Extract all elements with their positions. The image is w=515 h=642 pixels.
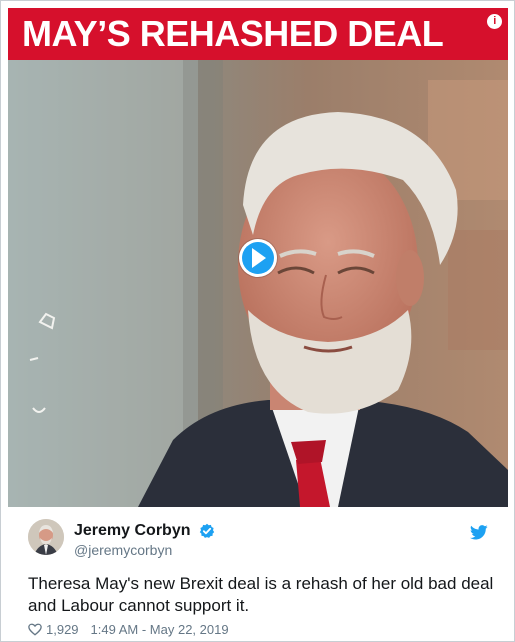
tweet-text: Theresa May's new Brexit deal is a rehas… xyxy=(28,574,494,615)
twitter-bird-icon[interactable] xyxy=(470,525,488,540)
handle[interactable]: @jeremycorbyn xyxy=(74,541,215,559)
like-count[interactable]: 1,929 xyxy=(46,622,79,637)
tweet-card: MAY’S REHASHED DEAL i Jeremy Corbyn @jer… xyxy=(0,0,515,642)
avatar[interactable] xyxy=(28,519,64,555)
banner-title: MAY’S REHASHED DEAL xyxy=(22,13,444,54)
tweet-timestamp[interactable]: 1:49 AM - May 22, 2019 xyxy=(91,622,229,637)
video-banner: MAY’S REHASHED DEAL i xyxy=(8,8,508,60)
info-icon[interactable]: i xyxy=(487,14,502,29)
display-name[interactable]: Jeremy Corbyn xyxy=(74,521,191,540)
tweet-author-row: Jeremy Corbyn @jeremycorbyn xyxy=(28,519,498,561)
play-icon xyxy=(252,248,266,268)
avatar-image xyxy=(28,519,64,555)
play-button[interactable] xyxy=(239,239,277,277)
tweet-footer: 1,929 1:49 AM - May 22, 2019 xyxy=(28,621,229,639)
verified-badge-icon xyxy=(199,523,215,538)
author-names: Jeremy Corbyn @jeremycorbyn xyxy=(74,521,215,559)
heart-icon[interactable] xyxy=(28,623,42,636)
video-frame-image xyxy=(8,60,508,507)
video-thumbnail[interactable]: MAY’S REHASHED DEAL i xyxy=(8,8,508,507)
